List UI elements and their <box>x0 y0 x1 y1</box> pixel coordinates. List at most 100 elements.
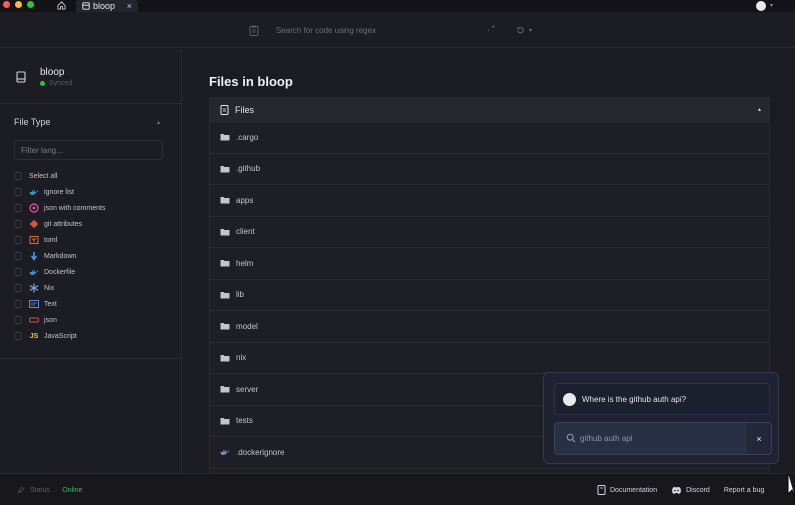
checkbox[interactable] <box>14 316 22 324</box>
file-name: .dockerignore <box>236 447 285 457</box>
text-lines-icon <box>29 299 39 309</box>
files-section-toggle[interactable]: Files ▴ <box>210 98 769 122</box>
folder-icon <box>220 259 230 267</box>
file-row[interactable]: apps <box>210 185 769 217</box>
file-row[interactable]: client <box>210 217 769 248</box>
discord-link[interactable]: Discord <box>671 486 710 495</box>
file-name: model <box>236 321 258 331</box>
language-filter-item[interactable]: Dockerfile <box>14 264 164 280</box>
filter-language-input[interactable] <box>14 140 163 160</box>
file-name: server <box>236 384 259 394</box>
chat-input-box: × <box>554 422 772 455</box>
toml-icon <box>29 235 39 245</box>
home-icon <box>56 1 66 10</box>
folder-icon <box>220 354 230 362</box>
file-icon <box>220 104 229 115</box>
chevron-up-icon: ▴ <box>156 119 160 126</box>
maximize-window-button[interactable] <box>27 1 34 8</box>
language-label: Select all <box>29 172 58 180</box>
file-row[interactable]: helm <box>210 248 769 280</box>
clipboard-icon[interactable] <box>249 25 259 36</box>
checkbox[interactable] <box>14 204 22 212</box>
docker-whale-icon <box>220 448 230 456</box>
regex-toggle-icon[interactable]: .* <box>486 25 496 34</box>
file-row[interactable]: lib <box>210 280 769 311</box>
tab-close-icon[interactable]: × <box>127 1 132 11</box>
plug-icon <box>17 486 25 494</box>
connection-status: Status · Online <box>16 486 82 495</box>
checkbox[interactable] <box>14 220 22 228</box>
checkbox[interactable] <box>14 268 22 276</box>
language-label: Nix <box>44 284 55 292</box>
markdown-arrow-icon <box>29 251 39 261</box>
folder-icon <box>220 417 230 425</box>
repo-icon <box>82 2 90 10</box>
language-filter-item[interactable]: JS JavaScript <box>14 328 164 344</box>
window-titlebar: bloop × ▾ <box>0 0 795 12</box>
tab-bloop[interactable]: bloop × <box>76 0 138 12</box>
file-name: tests <box>236 416 253 426</box>
json-bracket-icon <box>29 315 39 325</box>
filetype-section-toggle[interactable]: File Type ▴ <box>14 116 160 128</box>
docker-whale-icon <box>29 187 39 197</box>
file-row[interactable]: .cargo <box>210 122 769 154</box>
folder-icon <box>220 291 230 299</box>
status-separator: · <box>54 487 58 494</box>
status-label: Status <box>30 487 50 494</box>
checkbox[interactable] <box>14 332 22 340</box>
home-button[interactable] <box>53 0 69 11</box>
search-input[interactable] <box>270 23 500 38</box>
repo-sync-status: Synced <box>40 80 72 87</box>
language-label: json with comments <box>44 204 106 212</box>
repo-status-label: Synced <box>49 80 73 87</box>
language-label: Markdown <box>44 252 77 260</box>
checkbox[interactable] <box>14 300 22 308</box>
file-name: lib <box>236 290 245 300</box>
chevron-down-icon: ▾ <box>770 3 774 9</box>
report-bug-link[interactable]: Report a bug <box>724 487 764 494</box>
discord-icon <box>672 486 681 494</box>
document-icon <box>597 485 606 495</box>
files-header-label: Files <box>235 104 255 115</box>
discord-label: Discord <box>686 486 710 494</box>
folder-icon <box>220 196 230 204</box>
minimize-window-button[interactable] <box>15 1 22 8</box>
chevron-up-icon: ▴ <box>757 107 761 113</box>
docker-whale-icon <box>29 267 39 277</box>
search-header: .* ▾ <box>0 12 795 48</box>
search-icon <box>566 433 576 443</box>
language-filter-list: Select all ignore list json with comments g… <box>14 168 164 344</box>
language-filter-item[interactable]: json <box>14 312 164 328</box>
language-filter-item[interactable]: Text <box>14 296 164 312</box>
divider <box>0 358 181 359</box>
file-row[interactable]: model <box>210 311 769 343</box>
language-filter-item[interactable]: Markdown <box>14 248 164 264</box>
language-filter-item[interactable]: toml <box>14 232 164 248</box>
json-gear-icon <box>29 203 39 213</box>
file-row[interactable]: nix <box>210 343 769 374</box>
language-filter-item[interactable]: json with comments <box>14 200 164 216</box>
checkbox[interactable] <box>14 188 22 196</box>
tab-label: bloop <box>93 1 116 11</box>
language-filter-item[interactable]: Nix <box>14 280 164 296</box>
documentation-link[interactable]: Documentation <box>597 485 657 495</box>
close-window-button[interactable] <box>3 1 10 8</box>
language-label: json <box>44 316 57 324</box>
file-name: nix <box>236 353 247 363</box>
language-filter-item[interactable]: Select all <box>14 168 164 184</box>
documentation-label: Documentation <box>610 486 658 494</box>
language-filter-item[interactable]: git attributes <box>14 216 164 232</box>
search-history-button[interactable]: ▾ <box>516 24 542 37</box>
avatar <box>756 0 766 11</box>
checkbox[interactable] <box>14 172 22 180</box>
checkbox[interactable] <box>14 236 22 244</box>
clear-icon[interactable]: × <box>747 423 771 454</box>
language-filter-item[interactable]: ignore list <box>14 184 164 200</box>
chat-input[interactable] <box>555 423 747 454</box>
chevron-down-icon: ▾ <box>529 28 533 34</box>
checkbox[interactable] <box>14 252 22 260</box>
file-row[interactable]: .github <box>210 154 769 185</box>
user-menu[interactable]: ▾ <box>756 0 773 11</box>
checkbox[interactable] <box>14 284 22 292</box>
folder-icon <box>220 133 230 141</box>
